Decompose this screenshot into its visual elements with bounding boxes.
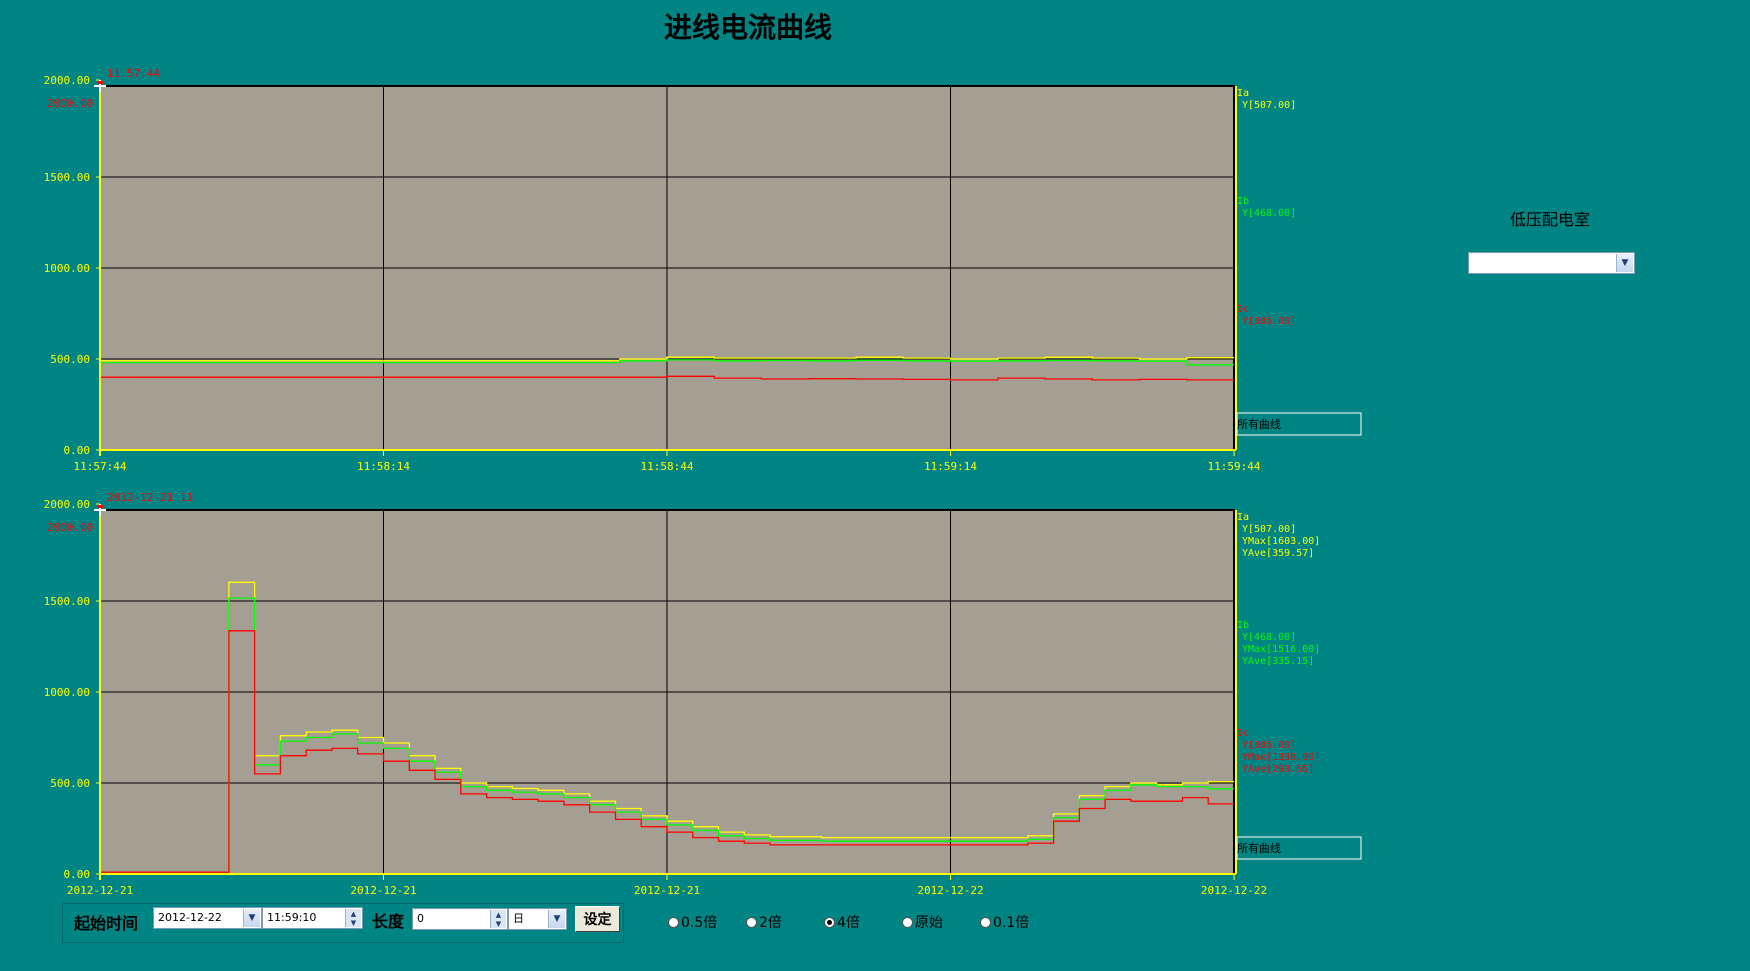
y-top-red-label: 2000.00 [47,521,93,534]
chart-top-label: 11:57:44 [107,67,160,80]
radio-circle-icon[interactable] [902,916,913,928]
chevron-down-icon[interactable]: ▼ [243,909,260,927]
zoom-radio-label: 0.5倍 [681,915,718,931]
length-input[interactable]: 0 ▲ ▼ [412,908,508,930]
y-tick-label: 0.00 [64,444,91,457]
x-tick-label: 11:59:44 [1208,460,1261,473]
legend-name-ib: Ib [1237,196,1249,207]
chart-top-label: 2012-12-21 11 [107,491,193,504]
length-unit-value: 日 [513,912,524,925]
page-title: 进线电流曲线 [663,11,832,44]
length-unit-select[interactable]: 日 ▼ [508,908,567,930]
y-tick-label: 1000.00 [44,262,90,275]
legend-value-ic: Y[385.00] [1242,740,1296,751]
radio-circle-icon[interactable] [668,916,679,928]
room-select-value [1469,257,1473,271]
room-label: 低压配电室 [1509,210,1590,229]
all-curves-box[interactable]: 所有曲线 [1236,412,1362,436]
zoom-radio[interactable]: 2倍 [746,912,782,932]
x-tick-label: 11:58:44 [641,460,694,473]
legend-name-ic: Ic [1237,728,1249,739]
legend-name-ic: Ic [1237,304,1249,315]
x-tick-label: 2012-12-22 [1201,884,1267,897]
radio-circle-icon[interactable] [980,916,991,928]
y-tick-label: 0.00 [64,868,91,881]
start-date-value: 2012-12-22 [158,911,222,924]
room-select[interactable]: ▼ [1468,252,1635,274]
x-tick-labels: 2012-12-21 2012-12-21 2012-12-21 2012-12-22… [67,874,1267,897]
zoom-radio-label: 原始 [915,915,943,931]
legend-name-ib: Ib [1237,620,1249,631]
all-curves-label: 所有曲线 [1237,417,1281,431]
zoom-radio-label: 0.1倍 [993,915,1030,931]
legend-value-ia: Y[507.00] [1242,524,1296,535]
x-tick-label: 11:58:14 [357,460,410,473]
zoom-radio-label: 4倍 [837,915,860,931]
x-tick-label: 2012-12-21 [634,884,700,897]
legend-value-ib: YAve[335.15] [1242,656,1314,667]
radio-circle-icon[interactable] [746,916,757,928]
length-value: 0 [417,912,424,925]
y-tick-label: 1000.00 [44,686,90,699]
legend: IaY[507.00] IbY[468.00] IcY[385.00] [1237,88,1296,327]
x-tick-label: 2012-12-21 [350,884,416,897]
legend-value-ib: Y[468.00] [1242,632,1296,643]
all-curves-label: 所有曲线 [1237,841,1281,855]
realtime-current-chart[interactable]: 11:57:44 2000.00 2000.00 1500.00 1000.00 50… [0,60,1380,480]
y-tick-label: 500.00 [50,777,90,790]
start-time-label: 起始时间 [74,914,139,933]
zoom-radio[interactable]: 4倍 [824,912,860,932]
spinner-icon[interactable]: ▲ ▼ [345,909,361,927]
zoom-radio[interactable]: 原始 [902,912,943,932]
x-tick-label: 2012-12-22 [917,884,983,897]
x-tick-label: 11:59:14 [924,460,977,473]
chevron-down-icon[interactable]: ▼ [548,910,565,928]
legend-value-ic: YAve[293.65] [1242,764,1314,775]
x-tick-label: 11:57:44 [74,460,127,473]
y-tick-labels: 2000.00 1500.00 1000.00 500.00 0.00 [44,498,100,881]
y-tick-label: 2000.00 [44,498,90,511]
start-time-value: 11:59:10 [267,911,317,924]
y-tick-label: 2000.00 [44,74,90,87]
y-tick-label: 500.00 [50,353,90,366]
x-tick-labels: 11:57:44 11:58:14 11:58:44 11:59:14 11:59:44 [74,450,1261,473]
history-current-chart[interactable]: 2012-12-21 11 2000.00 2000.00 1500.00 1000… [0,484,1380,904]
legend-value-ic: YMax[1336.00] [1242,752,1320,763]
length-label: 长度 [372,912,405,931]
start-date-picker[interactable]: 2012-12-22 ▼ [153,907,262,929]
set-button[interactable]: 设定 [575,906,620,932]
legend-name-ia: Ia [1237,88,1249,99]
chevron-down-icon[interactable]: ▼ [1616,254,1633,272]
y-tick-labels: 2000.00 1500.00 1000.00 500.00 0.00 [44,74,100,457]
x-tick-label: 2012-12-21 [67,884,133,897]
legend-value-ia: YMax[1603.00] [1242,536,1320,547]
radio-circle-icon[interactable] [824,916,835,928]
legend-value-ic: Y[385.00] [1242,316,1296,327]
legend-value-ib: Y[468.00] [1242,208,1296,219]
zoom-radio[interactable]: 0.1倍 [980,912,1029,932]
legend-value-ib: YMax[1516.00] [1242,644,1320,655]
start-time-field[interactable]: 11:59:10 ▲ ▼ [262,907,363,929]
legend-name-ia: Ia [1237,512,1249,523]
zoom-radio-label: 2倍 [759,915,782,931]
legend-value-ia: Y[507.00] [1242,100,1296,111]
y-top-red-label: 2000.00 [47,97,93,110]
y-tick-label: 1500.00 [44,595,90,608]
legend-value-ia: YAve[359.57] [1242,548,1314,559]
y-tick-label: 1500.00 [44,171,90,184]
spinner-icon[interactable]: ▲ ▼ [490,910,506,928]
all-curves-box[interactable]: 所有曲线 [1236,836,1362,860]
zoom-radio[interactable]: 0.5倍 [668,912,717,932]
legend: IaY[507.00]YMax[1603.00]YAve[359.57]IbY[… [1237,512,1320,775]
